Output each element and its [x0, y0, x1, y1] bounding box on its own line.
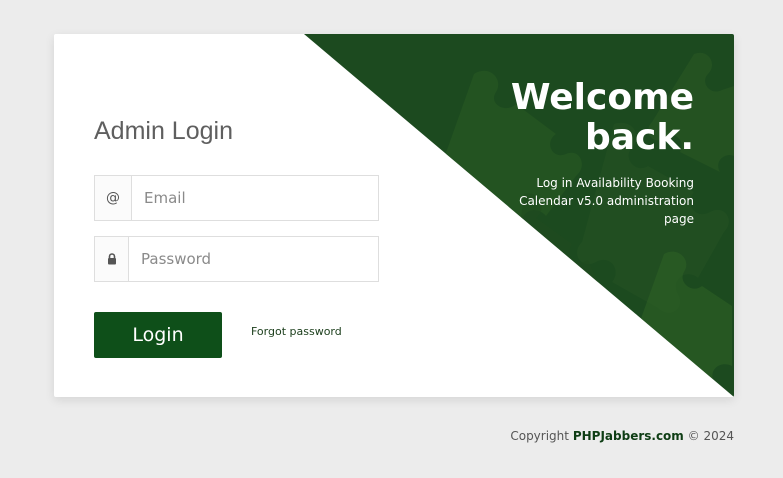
password-field[interactable] [94, 236, 379, 282]
lock-icon [95, 237, 129, 281]
copyright-prefix: Copyright [510, 429, 569, 443]
welcome-heading-line1: Welcome [510, 77, 694, 118]
password-input[interactable] [129, 237, 378, 281]
welcome-subtitle: Log in Availability Booking Calendar v5.… [519, 176, 694, 226]
page-title: Admin Login [94, 117, 233, 145]
login-button[interactable]: Login [94, 312, 222, 358]
welcome-heading: Welcome back. [464, 78, 694, 158]
copyright-footer: Copyright PHPJabbers.com © 2024 [510, 429, 734, 443]
email-field[interactable]: @ [94, 175, 379, 221]
email-input[interactable] [132, 176, 378, 220]
at-icon: @ [95, 176, 132, 220]
forgot-password-link[interactable]: Forgot password [251, 325, 342, 338]
welcome-heading-line2: back. [584, 117, 694, 158]
login-card: Admin Login @ Login Forgot password Welc… [54, 34, 734, 397]
copyright-year: © 2024 [687, 429, 734, 443]
brand-link[interactable]: PHPJabbers.com [573, 429, 684, 443]
